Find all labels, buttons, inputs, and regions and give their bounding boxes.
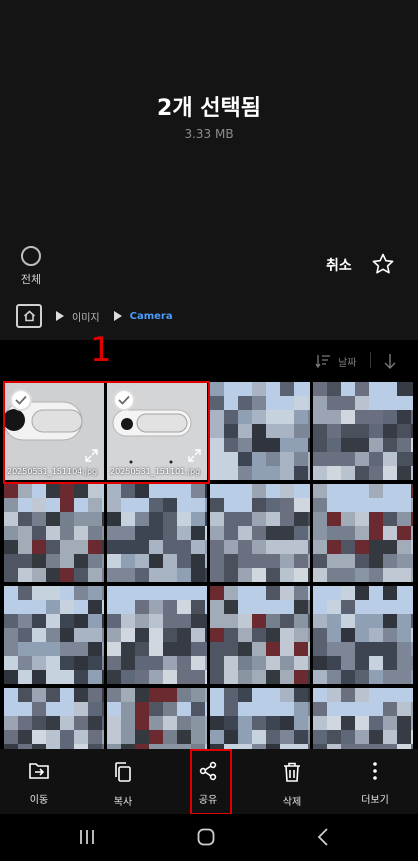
photo-tile[interactable]	[107, 484, 207, 582]
delete-icon	[284, 762, 300, 782]
photo-tile[interactable]	[313, 382, 413, 480]
delete-label: 삭제	[282, 797, 302, 808]
sort-direction-arrow-icon[interactable]	[382, 352, 398, 370]
photo-thumbnail	[210, 586, 310, 684]
home-folder-icon[interactable]	[16, 304, 42, 328]
photo-filename: 20250531_151104.jpg	[7, 467, 98, 476]
annotation-share-box	[190, 749, 232, 815]
selected-check-icon[interactable]	[113, 389, 135, 411]
select-all-circle-icon[interactable]	[21, 246, 41, 266]
delete-button[interactable]: 삭제	[262, 761, 322, 808]
photo-tile[interactable]	[313, 586, 413, 684]
expand-icon[interactable]	[188, 449, 201, 462]
breadcrumb-arrow-icon	[113, 311, 122, 321]
photo-thumbnail	[313, 382, 413, 480]
photo-thumbnail	[107, 586, 207, 684]
breadcrumb-item-images[interactable]: 이미지	[72, 309, 100, 324]
photo-thumbnail	[210, 382, 310, 480]
photo-filename: 20250531_151101.jpg	[110, 467, 201, 476]
annotation-number-1: 1	[90, 330, 112, 370]
photo-grid: 20250531_151104.jpg 20250531_151101.jpg	[4, 382, 414, 786]
sort-icon[interactable]	[315, 354, 331, 368]
photo-tile[interactable]	[107, 586, 207, 684]
photo-tile-selected[interactable]: 20250531_151101.jpg	[107, 382, 207, 480]
move-label: 이동	[29, 795, 49, 806]
sort-label[interactable]: 날짜	[338, 354, 356, 369]
move-icon	[29, 763, 49, 779]
more-icon	[373, 762, 377, 780]
photo-tile-selected[interactable]: 20250531_151104.jpg	[4, 382, 104, 480]
photo-thumbnail	[107, 484, 207, 582]
move-button[interactable]: 이동	[9, 761, 69, 806]
photo-thumbnail	[313, 484, 413, 582]
sort-divider	[370, 352, 371, 368]
photo-tile[interactable]	[313, 484, 413, 582]
page-title: 2개 선택됨	[157, 96, 261, 121]
selection-header	[0, 0, 418, 340]
expand-icon[interactable]	[85, 449, 98, 462]
photo-tile[interactable]	[210, 586, 310, 684]
photo-thumbnail	[313, 586, 413, 684]
home-icon[interactable]	[196, 827, 216, 847]
copy-label: 복사	[113, 797, 133, 808]
more-button[interactable]: 더보기	[345, 761, 405, 806]
favorite-star-icon[interactable]	[371, 252, 395, 276]
photo-tile[interactable]	[4, 586, 104, 684]
cancel-button[interactable]: 취소	[326, 255, 352, 275]
photo-thumbnail	[4, 586, 104, 684]
photo-thumbnail	[4, 484, 104, 582]
sort-bar: 날짜	[0, 350, 418, 372]
photo-tile[interactable]	[210, 382, 310, 480]
photo-tile[interactable]	[210, 484, 310, 582]
copy-button[interactable]: 복사	[93, 761, 153, 808]
system-navigation-bar	[0, 814, 418, 861]
copy-icon	[115, 762, 131, 782]
select-all-toggle[interactable]: 전체	[16, 246, 46, 287]
more-label: 더보기	[361, 795, 389, 806]
select-all-label: 전체	[20, 273, 42, 286]
photo-thumbnail	[210, 484, 310, 582]
selection-size: 3.33 MB	[184, 127, 234, 141]
photo-tile[interactable]	[4, 484, 104, 582]
breadcrumb-arrow-icon	[56, 311, 64, 321]
breadcrumb-item-camera[interactable]: Camera	[130, 311, 173, 322]
recent-apps-icon[interactable]	[78, 828, 96, 846]
selected-check-icon[interactable]	[10, 389, 32, 411]
breadcrumb: 이미지 Camera	[16, 303, 173, 329]
back-icon[interactable]	[316, 827, 330, 847]
